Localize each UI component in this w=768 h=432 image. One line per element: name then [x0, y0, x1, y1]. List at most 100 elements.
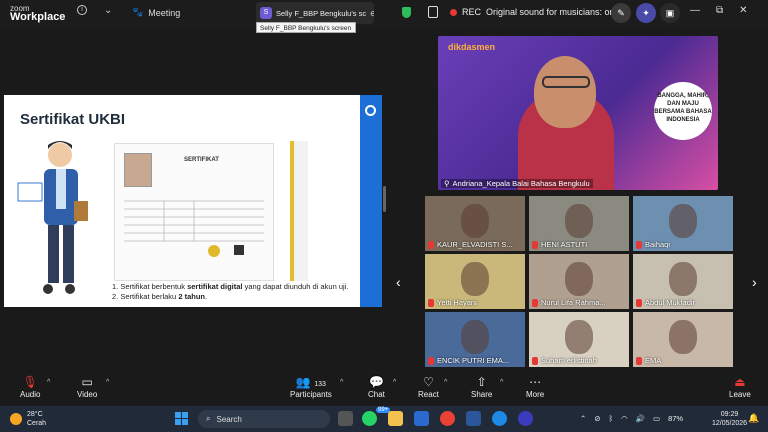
bullet-1: 1. Sertifikat berbentuk sertifikat digit…	[112, 282, 349, 291]
participant-name-label: HENI ASTUTI	[532, 240, 587, 249]
zoom-workplace-logo: zoom Workplace	[10, 4, 66, 23]
more-button[interactable]: ⋯ More	[526, 374, 544, 399]
participant-tile[interactable]: HENI ASTUTI	[529, 196, 629, 251]
participant-tile[interactable]: KAUR_ELVADISTI S...	[425, 196, 525, 251]
participant-tile[interactable]: Suharti erlistinah	[529, 312, 629, 367]
search-icon	[365, 105, 376, 116]
participant-name-label: Baihaqi	[636, 240, 670, 249]
tooltip: Selly F_BBP Bengkulu's screen	[256, 22, 356, 33]
participant-tile[interactable]: Abdul Mukfadir	[633, 254, 733, 309]
chevron-down-icon[interactable]: ⌄	[104, 5, 112, 16]
recording-indicator[interactable]: REC	[450, 7, 481, 17]
slide-side-bar	[360, 95, 382, 307]
whatsapp-icon[interactable]	[362, 411, 377, 426]
active-speaker-video[interactable]: dikdasmen BANGGA, MAHIR, DAN MAJU BERSAM…	[438, 36, 718, 190]
participant-video	[669, 320, 697, 354]
microphone-muted-icon	[636, 356, 642, 365]
participants-caret-icon[interactable]: ^	[340, 379, 343, 386]
leave-button[interactable]: ⏏ Leave	[729, 374, 751, 399]
layout-icon[interactable]: ▣	[660, 3, 680, 23]
chevron-up-icon[interactable]: ⌃	[580, 414, 586, 423]
paw-icon: 🐾	[132, 7, 144, 17]
share-caret-icon[interactable]: ^	[500, 379, 503, 386]
react-button[interactable]: ♡ React	[418, 374, 439, 399]
weather-widget[interactable]: 28°C Cerah	[10, 410, 46, 428]
meeting-tab[interactable]: 🐾 Meeting	[132, 7, 180, 18]
rec-label: REC	[462, 7, 482, 17]
participant-tile[interactable]: Yetti Hayani	[425, 254, 525, 309]
pen-icon[interactable]: ✎	[611, 3, 631, 23]
notifications-icon[interactable]: 🔔	[748, 413, 759, 424]
participant-tile[interactable]: ENCIK PUTRI EMA...	[425, 312, 525, 367]
more-options-icon[interactable]: ⊖	[370, 9, 374, 18]
participant-video	[461, 320, 489, 354]
participants-icon: 👥 133	[295, 375, 326, 389]
slide-title: Sertifikat UKBI	[20, 111, 126, 128]
chrome-icon[interactable]	[440, 411, 455, 426]
search-icon: ⌕	[206, 414, 211, 423]
react-label: React	[418, 390, 439, 399]
participant-tile[interactable]: EMA	[633, 312, 733, 367]
participants-label: Participants	[290, 390, 332, 399]
minimize-button[interactable]: —	[690, 5, 700, 16]
windows-start-icon[interactable]	[175, 412, 188, 425]
participants-button[interactable]: 👥 133 Participants	[290, 374, 332, 399]
participant-name-label: Yetti Hayani	[428, 298, 477, 307]
battery-icon[interactable]: ▭	[653, 414, 660, 423]
task-view-icon[interactable]	[338, 411, 353, 426]
share-screen-icon: ⇧	[476, 375, 487, 389]
participant-name: Nurul Lifa Rahma...	[541, 298, 606, 307]
share-button[interactable]: ⇧ Share	[471, 374, 492, 399]
zoom-workplace-app-icon[interactable]	[518, 411, 533, 426]
participant-name: Baihaqi	[645, 240, 671, 249]
document-icon[interactable]	[428, 6, 438, 18]
split-view-handle[interactable]	[383, 186, 386, 212]
wifi-icon[interactable]: ◠	[621, 414, 628, 423]
heart-icon: ♡	[423, 375, 434, 389]
next-page-arrow-icon[interactable]: ›	[752, 274, 757, 290]
participant-tile[interactable]: Nurul Lifa Rahma...	[529, 254, 629, 309]
chat-button[interactable]: 💬 Chat	[368, 374, 385, 399]
audio-button[interactable]: 🎙 Audio	[20, 374, 40, 399]
zoom-app-icon[interactable]	[492, 411, 507, 426]
shared-screen-tab[interactable]: S Selly F_BBP Bengkulu's sc ⊖	[256, 2, 374, 24]
word-icon[interactable]	[466, 411, 481, 426]
leave-icon: ⏏	[734, 375, 746, 389]
window-controls: — ⧉ ✕	[690, 5, 748, 16]
microphone-muted-icon	[532, 356, 538, 365]
bluetooth-icon[interactable]: ᛒ	[609, 414, 614, 423]
react-caret-icon[interactable]: ^	[444, 379, 447, 386]
clock[interactable]: 09:29 12/05/2026	[712, 410, 747, 428]
info-icon[interactable]: i	[77, 5, 87, 15]
volume-icon[interactable]: 🔊	[636, 414, 645, 423]
logo-bottom-text: Workplace	[10, 11, 66, 23]
microphone-muted-icon	[532, 240, 538, 249]
mic-muted-icon[interactable]: ⊘	[594, 414, 600, 423]
previous-page-arrow-icon[interactable]: ‹	[396, 274, 401, 290]
date: 12/05/2026	[712, 420, 748, 427]
file-explorer-icon[interactable]	[388, 411, 403, 426]
leave-label: Leave	[729, 390, 751, 399]
participant-video	[565, 204, 593, 238]
participant-name: EMA	[645, 356, 662, 365]
microphone-muted-icon	[428, 356, 434, 365]
video-options-caret-icon[interactable]: ^	[106, 379, 109, 386]
shield-icon[interactable]	[402, 7, 411, 18]
sun-icon	[10, 413, 22, 425]
participant-name: Yetti Hayani	[437, 298, 477, 307]
taskbar-search[interactable]: ⌕ Search	[198, 410, 330, 428]
participant-name-label: Nurul Lifa Rahma...	[532, 298, 606, 307]
slide-bullets: 1. Sertifikat berbentuk sertifikat digit…	[112, 282, 348, 302]
close-button[interactable]: ✕	[739, 5, 747, 16]
store-icon[interactable]	[414, 411, 429, 426]
maximize-button[interactable]: ⧉	[716, 5, 723, 16]
ai-companion-icon[interactable]: ✦	[636, 3, 656, 23]
shared-screen[interactable]: Sertifikat UKBI SERTIFIKAT 1. Sertifikat…	[4, 95, 382, 307]
audio-options-caret-icon[interactable]: ^	[47, 379, 50, 386]
meeting-label: Meeting	[148, 7, 181, 18]
title-bar: zoom Workplace i ⌄ 🐾 Meeting S Selly F_B…	[0, 0, 768, 33]
video-button[interactable]: ▭ Video	[77, 374, 97, 399]
participant-tile[interactable]: Baihaqi	[633, 196, 733, 251]
windows-taskbar: 28°C Cerah ⌕ Search 99+ ⌃ ⊘ ᛒ ◠ 🔊 ▭ 87% …	[0, 406, 768, 432]
chat-caret-icon[interactable]: ^	[393, 379, 396, 386]
